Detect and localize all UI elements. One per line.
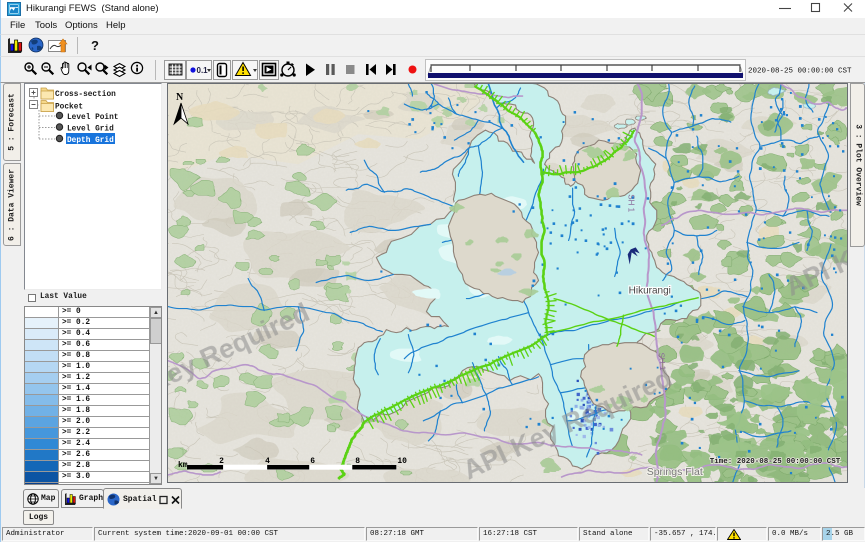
svg-text:4: 4	[265, 457, 270, 466]
svg-text:N: N	[176, 92, 184, 103]
svg-text:SH 1: SH 1	[657, 352, 668, 371]
svg-text:10: 10	[397, 457, 407, 466]
svg-text:Hikurangi: Hikurangi	[629, 286, 671, 297]
svg-text:Springs Flat: Springs Flat	[647, 466, 703, 478]
svg-text:km: km	[178, 461, 188, 470]
svg-text:SH 1: SH 1	[627, 194, 636, 212]
svg-text:Level Point: Level Point	[67, 114, 118, 122]
svg-text:Time: 2020-08-25 00:00:00 CST: Time: 2020-08-25 00:00:00 CST	[710, 458, 841, 466]
svg-text:0.1: 0.1	[197, 66, 209, 75]
svg-text:?: ?	[91, 38, 99, 53]
svg-text:Level Grid: Level Grid	[67, 126, 114, 134]
svg-text:2: 2	[219, 457, 224, 466]
svg-text:Pocket: Pocket	[55, 104, 83, 112]
svg-text:Depth Grid: Depth Grid	[67, 137, 114, 145]
svg-text:8: 8	[355, 457, 360, 466]
svg-text:Cross-section: Cross-section	[55, 91, 116, 99]
svg-text:6: 6	[310, 457, 315, 466]
svg-text:2020-08-25 00:00:00 CST: 2020-08-25 00:00:00 CST	[748, 68, 852, 76]
